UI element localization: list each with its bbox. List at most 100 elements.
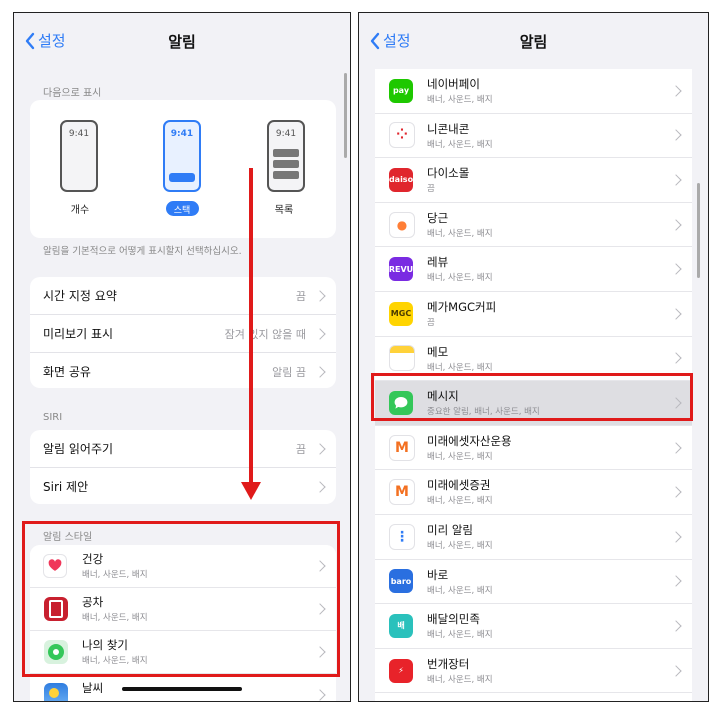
daiso-icon: daiso <box>389 167 413 192</box>
app-row[interactable]: 보산드랍 <box>375 693 692 701</box>
chevron-right-icon <box>670 620 682 632</box>
app-row[interactable]: ● 당근 배너, 사운드, 배지 <box>375 202 692 248</box>
app-row[interactable]: M 미래에셋증권 배너, 사운드, 배지 <box>375 470 692 515</box>
daangn-icon: ● <box>389 211 415 238</box>
app-name: 번개장터 <box>427 656 470 671</box>
app-notification-types: 끔 <box>427 184 435 195</box>
icon-glyph: ⚡ <box>398 666 404 676</box>
display-as-header: 다음으로 표시 <box>43 88 102 99</box>
row-value: 끔 <box>295 289 306 303</box>
siri-header: SIRI <box>43 412 63 423</box>
app-notification-types: 배너, 사운드, 배지 <box>427 585 493 596</box>
app-row[interactable]: ⋮ 미리 알림배너, 사운드, 배지 <box>375 514 692 560</box>
naverpay-icon: pay <box>389 78 413 103</box>
home-indicator <box>122 687 242 691</box>
display-style-card: 9:41 개수 9:41 스택 9:41 목록 <box>30 100 336 238</box>
app-row[interactable]: baro 바로배너, 사운드, 배지 <box>375 559 692 605</box>
app-notification-types: 배너, 사운드, 배지 <box>427 630 493 641</box>
show-previews-row[interactable]: 미리보기 표시 잠겨 있지 않을 때 <box>30 315 336 353</box>
siri-card: 알림 읽어주기 끔 Siri 제안 <box>30 430 336 504</box>
icon-glyph: M <box>395 439 409 456</box>
app-name: 니콘내콘 <box>427 121 470 136</box>
app-notification-types: 끔 <box>427 317 435 328</box>
chevron-right-icon <box>314 689 326 701</box>
app-row[interactable]: REVU 레뷰 배너, 사운드, 배지 <box>375 247 692 292</box>
app-row[interactable]: pay 네이버페이 배너, 사운드, 배지 <box>375 69 692 114</box>
app-name: 메모 <box>427 344 449 359</box>
chevron-right-icon <box>670 85 682 97</box>
icon-glyph: 배 <box>397 621 405 631</box>
app-row[interactable]: ⁘ 니콘내콘배너, 사운드, 배지 <box>375 113 692 159</box>
chevron-right-icon <box>670 441 682 454</box>
announce-notifications-row[interactable]: 알림 읽어주기 끔 <box>30 430 336 468</box>
app-name: 날씨 <box>82 681 104 695</box>
app-row[interactable]: ⚡ 번개장터 배너, 사운드, 배지 <box>375 648 692 694</box>
app-notification-types: 배너, 사운드, 배지 <box>427 362 493 373</box>
list-row-shape <box>273 160 299 168</box>
app-name: 보산드랍 <box>427 700 469 701</box>
icon-glyph: pay <box>392 86 410 96</box>
mirae-asset-icon: M <box>389 434 415 461</box>
scheduled-summary-row[interactable]: 시간 지정 요약 끔 <box>30 277 336 315</box>
count-phone-icon: 9:41 <box>60 120 98 192</box>
app-row[interactable]: M 미래에셋자산운용배너, 사운드, 배지 <box>375 425 692 471</box>
app-notification-types: 배너, 사운드, 배지 <box>427 496 493 507</box>
app-notification-types: 배너, 사운드, 배지 <box>427 451 493 462</box>
mirae-stock-icon: M <box>389 479 415 506</box>
stack-notification-shape <box>169 173 195 182</box>
chevron-right-icon <box>314 480 326 493</box>
icon-glyph: ⁘ <box>396 127 408 144</box>
siri-suggestions-row[interactable]: Siri 제안 <box>30 468 336 504</box>
right-screen: 설정 알림 pay 네이버페이배너, 사운드, 배지 ⁘ 니콘내콘배너, 사운드, 배… <box>358 12 709 702</box>
reminders-icon: ⋮ <box>389 523 415 550</box>
display-option-label: 개수 <box>70 205 90 216</box>
row-value: 알림 끔 <box>272 365 306 379</box>
navigation-bar: 설정 알림 <box>14 13 350 67</box>
notes-icon <box>389 345 415 372</box>
app-row[interactable]: 배 배달의민족 배너, 사운드, 배지 <box>375 604 692 649</box>
chevron-right-icon <box>670 352 682 365</box>
mega-coffee-icon: MGC <box>389 301 413 326</box>
icon-glyph: ● <box>396 217 408 232</box>
highlight-box-messages <box>371 373 693 421</box>
scrollbar[interactable] <box>697 183 700 278</box>
icon-glyph: MGC <box>390 309 412 319</box>
icon-glyph: M <box>395 484 409 501</box>
icon-glyph: baro <box>390 576 412 586</box>
chevron-right-icon <box>314 365 326 378</box>
app-name: 미래에셋자산운용 <box>427 433 512 448</box>
app-name: 미리 알림 <box>427 522 473 537</box>
chevron-right-icon <box>670 263 682 275</box>
app-notification-types: 배너, 사운드, 배지 <box>427 273 493 284</box>
revu-icon: REVU <box>389 257 413 282</box>
chevron-right-icon <box>314 289 326 302</box>
row-label: 미리보기 표시 <box>43 327 114 341</box>
baro-icon: baro <box>389 569 413 594</box>
display-option-label: 스택 <box>173 206 191 216</box>
niconnaecon-icon: ⁘ <box>389 122 415 149</box>
screen-sharing-row[interactable]: 화면 공유 알림 끔 <box>30 353 336 388</box>
chevron-right-icon <box>670 575 682 587</box>
navigation-bar: 설정 알림 <box>359 13 708 67</box>
row-value: 끔 <box>295 442 306 456</box>
app-notification-types: 배너, 사운드, 배지 <box>427 139 493 150</box>
scrollbar[interactable] <box>344 73 347 158</box>
page-title: 알림 <box>519 33 548 51</box>
row-label: Siri 제안 <box>43 480 89 494</box>
app-row[interactable]: daiso 다이소몰끔 <box>375 158 692 203</box>
row-label: 시간 지정 요약 <box>43 289 117 303</box>
app-name: 바로 <box>427 567 449 582</box>
row-value: 잠겨 있지 않을 때 <box>224 327 306 341</box>
app-notification-types: 배너, 사운드, 배지 <box>427 540 493 551</box>
app-row[interactable]: MGC 메가MGC커피 끔 <box>375 291 692 337</box>
app-name: 네이버페이 <box>427 77 480 91</box>
down-arrow-annotation <box>241 168 261 500</box>
chevron-right-icon <box>670 486 682 498</box>
chevron-right-icon <box>670 174 682 186</box>
app-name: 다이소몰 <box>427 166 470 181</box>
highlight-box-notification-style <box>22 521 340 677</box>
weather-icon <box>44 683 68 701</box>
icon-glyph: REVU <box>389 264 413 274</box>
icon-glyph: ⋮ <box>395 528 409 545</box>
bunjang-icon: ⚡ <box>389 658 413 683</box>
